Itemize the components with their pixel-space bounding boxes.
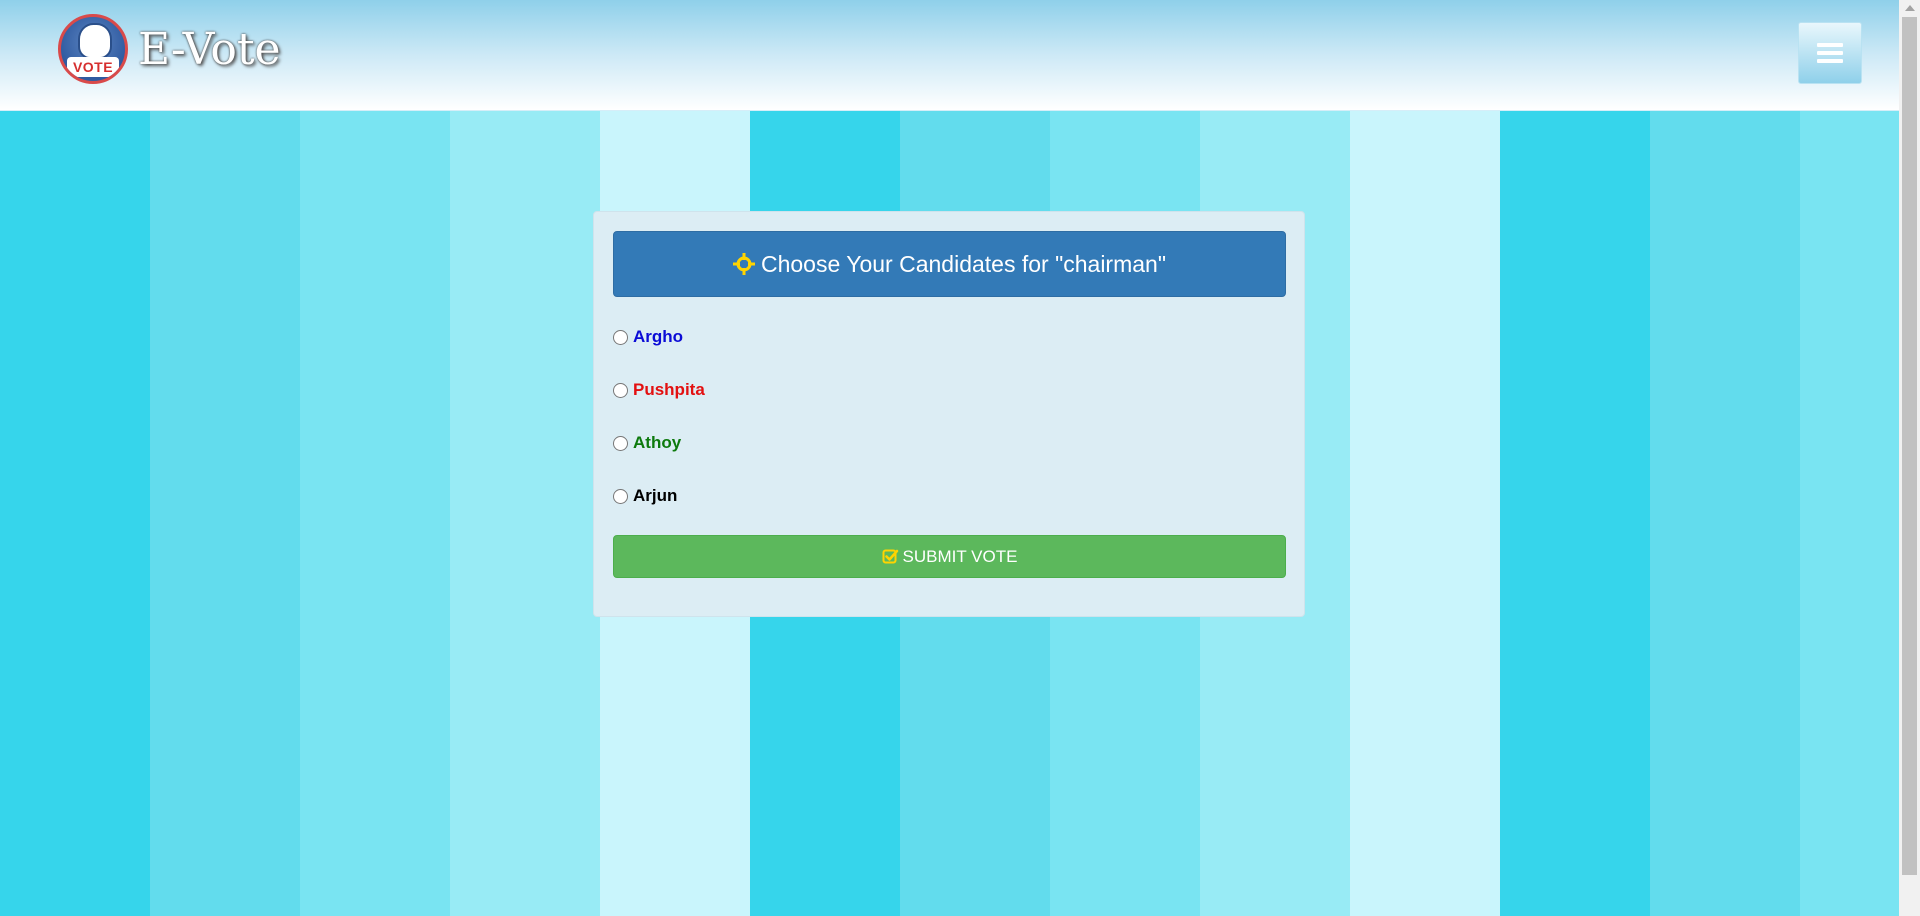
thumbs-up-icon bbox=[78, 23, 112, 59]
candidate-name: Arjun bbox=[633, 486, 678, 505]
candidate-name: Argho bbox=[633, 327, 684, 346]
vote-logo: VOTE bbox=[58, 14, 128, 84]
candidate-option[interactable]: Arjun bbox=[613, 486, 677, 506]
ballot-title: Choose Your Candidates for "chairman" bbox=[760, 250, 1166, 277]
candidate-radio[interactable] bbox=[613, 435, 628, 451]
hamburger-icon bbox=[1817, 43, 1843, 63]
submit-vote-label: SUBMIT VOTE bbox=[902, 546, 1018, 566]
candidate-name: Athoy bbox=[633, 433, 682, 452]
brand[interactable]: VOTE E-Vote bbox=[58, 14, 281, 84]
candidate-radio[interactable] bbox=[613, 488, 628, 504]
candidate-option[interactable]: Pushpita bbox=[613, 380, 705, 400]
logo-text: VOTE bbox=[67, 57, 119, 77]
scrollbar[interactable] bbox=[1899, 0, 1920, 916]
candidate-radio[interactable] bbox=[613, 329, 628, 345]
candidate-radio[interactable] bbox=[613, 382, 628, 398]
navbar: VOTE E-Vote bbox=[0, 0, 1899, 111]
check-square-icon bbox=[882, 548, 899, 565]
candidate-option[interactable]: Argho bbox=[613, 327, 683, 347]
candidate-option[interactable]: Athoy bbox=[613, 433, 681, 453]
menu-toggle-button[interactable] bbox=[1798, 22, 1862, 84]
candidate-name: Pushpita bbox=[633, 380, 705, 399]
ballot-header: Choose Your Candidates for "chairman" bbox=[613, 231, 1286, 297]
ballot-card: Choose Your Candidates for "chairman" Ar… bbox=[593, 211, 1305, 617]
scrollbar-thumb[interactable] bbox=[1902, 17, 1917, 875]
submit-vote-button[interactable]: SUBMIT VOTE bbox=[613, 535, 1286, 578]
brand-name: E-Vote bbox=[138, 23, 281, 75]
scroll-up-arrow-icon[interactable] bbox=[1905, 5, 1915, 11]
crosshairs-icon bbox=[732, 253, 755, 275]
